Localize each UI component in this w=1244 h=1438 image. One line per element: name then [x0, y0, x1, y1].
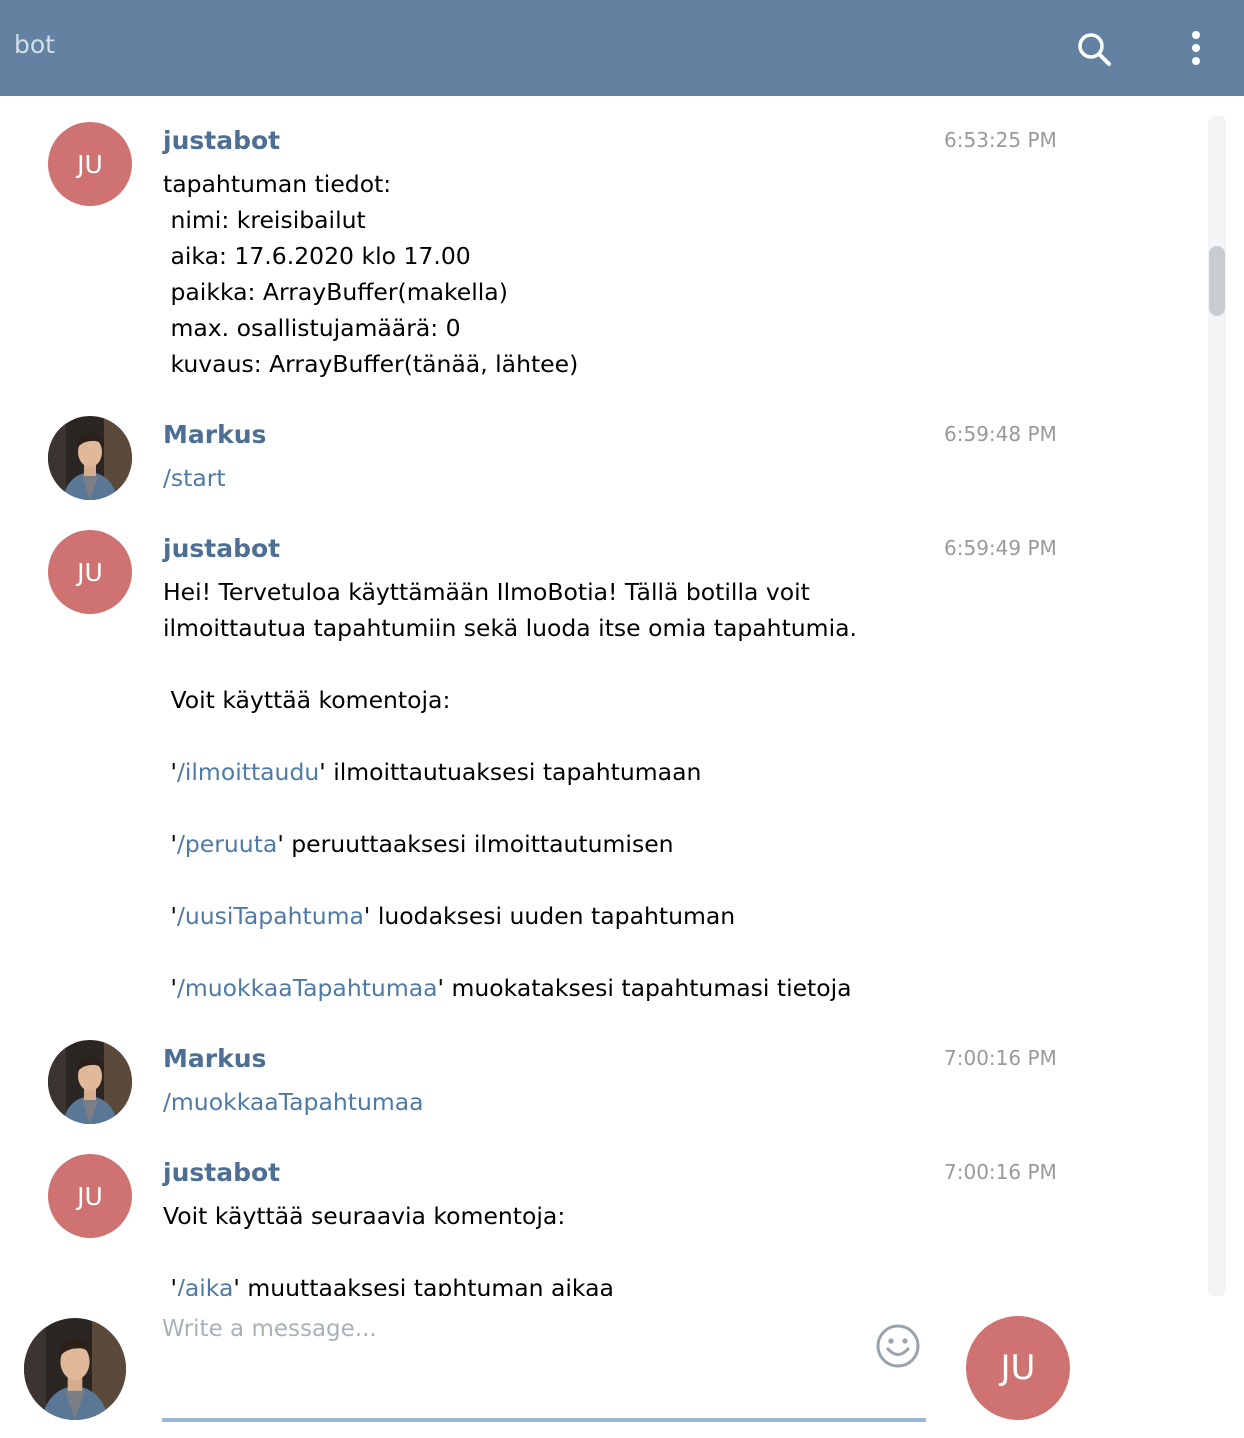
message-time: 6:59:49 PM	[944, 536, 1057, 560]
message-text: Hei! Tervetuloa käyttämään IlmoBotia! Tä…	[163, 574, 1163, 1006]
message-line: tapahtuman tiedot:	[163, 170, 392, 198]
command-link[interactable]: /muokkaaTapahtumaa	[163, 1084, 1163, 1120]
scrollbar-thumb[interactable]	[1209, 246, 1225, 316]
command-description: ' muuttaaksesi taphtuman aikaa	[233, 1274, 614, 1296]
message-author[interactable]: Markus	[163, 1044, 266, 1073]
user-avatar[interactable]	[48, 416, 132, 500]
message-author[interactable]: Markus	[163, 420, 266, 449]
avatar-initials: JU	[77, 557, 103, 587]
message-list[interactable]: JU justabot 6:53:25 PM tapahtuman tiedot…	[0, 96, 1206, 1296]
vertical-dots-menu-icon[interactable]	[1180, 28, 1212, 70]
message-time: 7:00:16 PM	[944, 1160, 1057, 1184]
message-author[interactable]: justabot	[163, 1158, 280, 1187]
search-icon[interactable]	[1074, 29, 1114, 69]
message-line: Voit käyttää komentoja:	[163, 686, 451, 714]
command-link[interactable]: /uusiTapahtuma	[177, 902, 364, 930]
message-time: 7:00:16 PM	[944, 1046, 1057, 1070]
command-link[interactable]: /start	[163, 460, 1163, 496]
command-line: '/peruuta' peruuttaaksesi ilmoittautumis…	[163, 830, 674, 858]
command-line: '/muokkaaTapahtumaa' muokataksesi tapaht…	[163, 974, 852, 1002]
message-time: 6:53:25 PM	[944, 128, 1057, 152]
current-user-avatar[interactable]	[24, 1318, 126, 1420]
input-underline	[162, 1418, 926, 1422]
command-link[interactable]: /aika	[177, 1274, 233, 1296]
avatar-initials: JU	[77, 1181, 103, 1211]
message-composer: JU	[0, 1298, 1244, 1438]
message-text: Voit käyttää seuraavia komentoja: '/aika…	[163, 1198, 1163, 1296]
message-line: Hei! Tervetuloa käyttämään IlmoBotia! Tä…	[163, 578, 810, 606]
message-text: tapahtuman tiedot: nimi: kreisibailut ai…	[163, 166, 1163, 382]
command-line: '/uusiTapahtuma' luodaksesi uuden tapaht…	[163, 902, 736, 930]
command-description: ' muokataksesi tapahtumasi tietoja	[437, 974, 852, 1002]
command-link[interactable]: /peruuta	[177, 830, 277, 858]
bot-avatar[interactable]: JU	[48, 1154, 132, 1238]
message-line: paikka: ArrayBuffer(makella)	[163, 278, 508, 306]
command-description: ' peruuttaaksesi ilmoittautumisen	[277, 830, 674, 858]
command-description: ' ilmoittautuaksesi tapahtumaan	[319, 758, 702, 786]
command-line: '/ilmoittaudu' ilmoittautuaksesi tapahtu…	[163, 758, 702, 786]
message-author[interactable]: justabot	[163, 534, 280, 563]
message-line: max. osallistujamäärä: 0	[163, 314, 461, 342]
avatar-initials: JU	[1000, 1348, 1036, 1388]
bot-avatar[interactable]: JU	[48, 122, 132, 206]
user-avatar[interactable]	[48, 1040, 132, 1124]
command-line: '/aika' muuttaaksesi taphtuman aikaa	[163, 1270, 1163, 1296]
message-input[interactable]	[162, 1316, 862, 1396]
message-author[interactable]: justabot	[163, 126, 280, 155]
send-as-avatar[interactable]: JU	[966, 1316, 1070, 1420]
chat-title: bot	[14, 30, 55, 59]
message-line: aika: 17.6.2020 klo 17.00	[163, 242, 471, 270]
chat-header: bot	[0, 0, 1244, 96]
avatar-initials: JU	[77, 149, 103, 179]
message-line: ilmoittautua tapahtumiin sekä luoda itse…	[163, 614, 857, 642]
bot-avatar[interactable]: JU	[48, 530, 132, 614]
message-line: Voit käyttää seuraavia komentoja:	[163, 1202, 566, 1230]
command-link[interactable]: /muokkaaTapahtumaa	[177, 974, 438, 1002]
message-line: nimi: kreisibailut	[163, 206, 366, 234]
message-line: kuvaus: ArrayBuffer(tänää, lähtee)	[163, 350, 579, 378]
scrollbar-track[interactable]	[1208, 116, 1226, 1296]
message-time: 6:59:48 PM	[944, 422, 1057, 446]
command-description: ' luodaksesi uuden tapahtuman	[363, 902, 736, 930]
command-link[interactable]: /ilmoittaudu	[177, 758, 319, 786]
smiley-emoji-icon[interactable]	[874, 1322, 922, 1370]
